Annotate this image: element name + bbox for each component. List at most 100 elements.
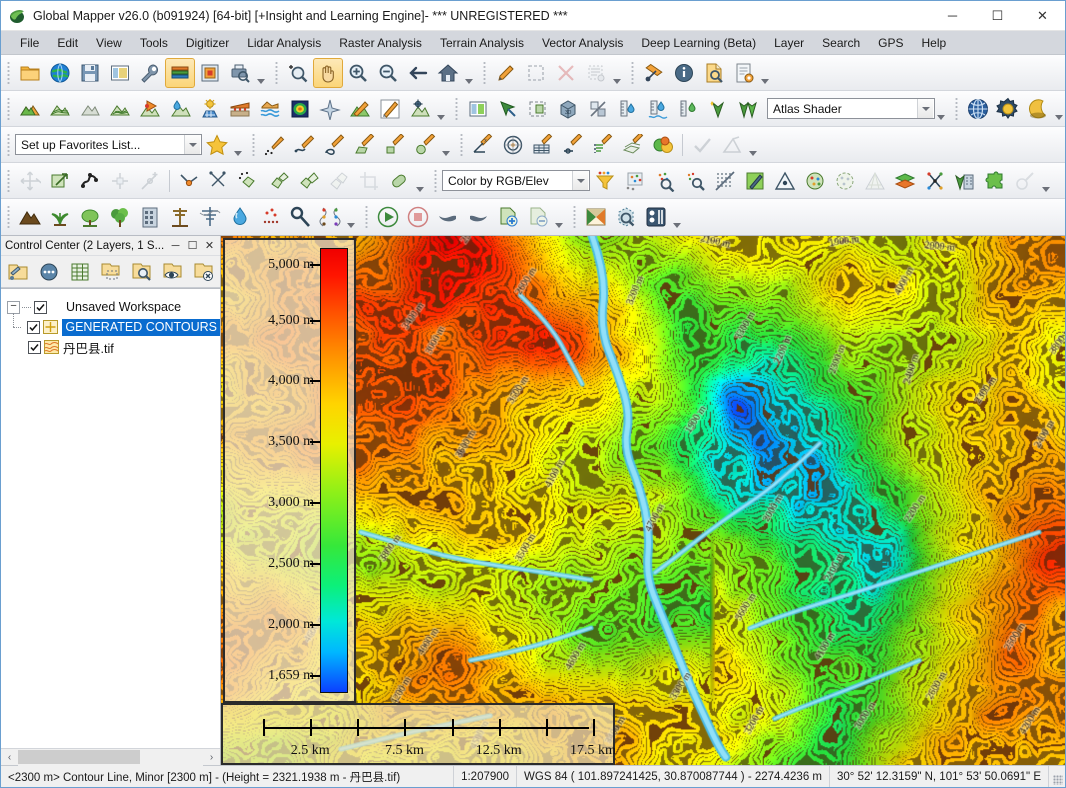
crop-marks-icon[interactable] — [354, 166, 384, 196]
duplicate-area-icon[interactable] — [324, 166, 354, 196]
grass-icon[interactable] — [45, 202, 75, 232]
flight-path-icon[interactable] — [315, 94, 345, 124]
toolbar-overflow-button[interactable] — [935, 94, 947, 124]
toolbar-overflow-button[interactable] — [232, 130, 244, 160]
box-3d-icon[interactable]: 3D — [553, 94, 583, 124]
toolbar-overflow-button[interactable] — [435, 94, 447, 124]
toolbar-grip[interactable] — [251, 133, 258, 157]
forest-icon[interactable] — [733, 94, 763, 124]
image-inspect-icon[interactable] — [611, 202, 641, 232]
triangle-warning-icon[interactable] — [770, 166, 800, 196]
toolbar-grip[interactable] — [482, 61, 489, 85]
tree-row-root[interactable]: − Unsaved Workspace — [1, 297, 220, 317]
zoom-out-icon[interactable] — [373, 58, 403, 88]
layers-color-icon[interactable] — [890, 166, 920, 196]
add-frame-icon[interactable] — [493, 202, 523, 232]
moon-icon[interactable] — [1023, 94, 1053, 124]
attribute-table-icon[interactable] — [65, 258, 95, 286]
chevron-down-icon[interactable] — [184, 135, 200, 154]
split-view-icon[interactable] — [583, 94, 613, 124]
toolbar-grip[interactable] — [459, 133, 466, 157]
contour-generate-icon[interactable] — [45, 94, 75, 124]
chevron-down-icon[interactable] — [572, 171, 588, 190]
mountain-icon[interactable] — [15, 202, 45, 232]
toolbar-grip[interactable] — [364, 205, 371, 229]
digitize-circle-icon[interactable] — [410, 130, 440, 160]
toolbar-overflow-button[interactable] — [759, 58, 771, 88]
cluster-icon[interactable] — [800, 166, 830, 196]
apply-check-icon[interactable] — [687, 130, 717, 160]
menu-deep-learning[interactable]: Deep Learning (Beta) — [632, 33, 765, 53]
palette-icon[interactable] — [648, 130, 678, 160]
play-icon[interactable] — [373, 202, 403, 232]
layer-checkbox-raster[interactable] — [28, 341, 41, 354]
window-layout-icon[interactable] — [105, 58, 135, 88]
funnel-filter-icon[interactable] — [590, 166, 620, 196]
tree-measure-icon[interactable] — [673, 94, 703, 124]
toolbar-grip[interactable] — [630, 61, 637, 85]
remove-frame-icon[interactable] — [523, 202, 553, 232]
menu-digitizer[interactable]: Digitizer — [177, 33, 238, 53]
wrench-icon[interactable] — [135, 58, 165, 88]
home-icon[interactable] — [433, 58, 463, 88]
cut-line-icon[interactable] — [204, 166, 234, 196]
grid-strike-icon[interactable] — [710, 166, 740, 196]
toolbar-overflow-button[interactable] — [345, 202, 357, 232]
menu-edit[interactable]: Edit — [48, 33, 87, 53]
menu-tools[interactable]: Tools — [131, 33, 177, 53]
toolbar-grip[interactable] — [6, 169, 13, 193]
digitize-rect-icon[interactable] — [380, 130, 410, 160]
layer-crop-icon[interactable] — [96, 258, 126, 286]
toolbar-overflow-button[interactable] — [611, 58, 623, 88]
tree-detect-icon[interactable] — [703, 94, 733, 124]
layer-tree[interactable]: − Unsaved Workspace GENERATED CONT — [1, 288, 220, 748]
next-frame-icon[interactable] — [463, 202, 493, 232]
map-view[interactable]: 5,000 m4,500 m4,000 m3,500 m3,000 m2,500… — [221, 236, 1065, 765]
terrain-contour-icon[interactable] — [105, 94, 135, 124]
digitize-line-icon[interactable] — [290, 130, 320, 160]
cutfill-icon[interactable] — [225, 94, 255, 124]
menu-search[interactable]: Search — [813, 33, 869, 53]
text-label-icon[interactable] — [588, 130, 618, 160]
close-button[interactable]: ✕ — [1020, 1, 1065, 31]
point-cloud-icon[interactable] — [620, 166, 650, 196]
layer-checkbox-contours[interactable] — [27, 321, 40, 334]
classify-colors-icon[interactable] — [315, 202, 345, 232]
point-search-icon[interactable] — [650, 166, 680, 196]
layer-options-icon[interactable] — [3, 258, 33, 286]
menu-raster-analysis[interactable]: Raster Analysis — [330, 33, 431, 53]
panel-close-button[interactable]: ✕ — [201, 238, 218, 254]
color-by-select[interactable]: Color by RGB/Elev — [442, 170, 590, 191]
reshape-icon[interactable] — [75, 166, 105, 196]
scroll-thumb[interactable] — [18, 750, 140, 764]
zoom-select-icon[interactable] — [283, 58, 313, 88]
scroll-right-arrow-icon[interactable]: › — [203, 749, 220, 766]
move-vertex-icon[interactable] — [105, 166, 135, 196]
menu-layer[interactable]: Layer — [765, 33, 813, 53]
prev-frame-icon[interactable] — [433, 202, 463, 232]
menu-help[interactable]: Help — [913, 33, 956, 53]
panel-maximize-button[interactable]: ☐ — [184, 238, 201, 254]
open-folder-icon[interactable] — [15, 58, 45, 88]
info-icon[interactable] — [669, 58, 699, 88]
toolbar-grip[interactable] — [433, 169, 440, 193]
image-bands-icon[interactable] — [641, 202, 671, 232]
scale-feature-icon[interactable] — [45, 166, 75, 196]
toolbar-grip[interactable] — [6, 205, 13, 229]
menu-vector-analysis[interactable]: Vector Analysis — [533, 33, 632, 53]
tree-expander-icon[interactable]: − — [7, 301, 20, 314]
menu-file[interactable]: File — [11, 33, 48, 53]
magnifier-brush-icon[interactable] — [1010, 166, 1040, 196]
building-icon[interactable] — [135, 202, 165, 232]
tree-icon[interactable] — [105, 202, 135, 232]
toolbar-grip[interactable] — [572, 205, 579, 229]
toolbar-grip[interactable] — [6, 97, 13, 121]
scroll-left-arrow-icon[interactable]: ‹ — [1, 749, 18, 766]
point-cloud-terrain-icon[interactable] — [405, 94, 435, 124]
resize-grip-icon[interactable] — [1049, 766, 1065, 787]
panel-minimize-button[interactable]: ─ — [167, 238, 184, 254]
pencil-icon[interactable] — [491, 58, 521, 88]
layer-close-icon[interactable] — [189, 258, 219, 286]
pill-shape-icon[interactable] — [384, 166, 414, 196]
scroll-track[interactable] — [18, 749, 203, 766]
